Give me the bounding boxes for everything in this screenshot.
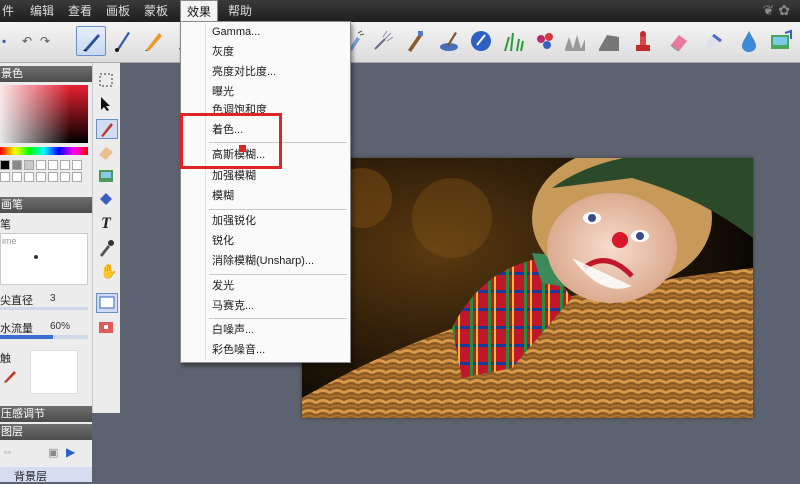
- menu-canvas[interactable]: 画板: [106, 0, 130, 22]
- pen-brush-tool[interactable]: [76, 26, 106, 56]
- menu-separator: [209, 318, 347, 319]
- highlight-box: [180, 113, 282, 169]
- material-preview: [30, 350, 78, 394]
- menu-item-strong-sharpen[interactable]: 加强锐化: [212, 212, 256, 230]
- left-panel: 景色 画笔 笔 ime 尖直径 3 水流量 60% 触 压感调节 图层 ⇔ ▣: [0, 63, 114, 483]
- water-flow-label: 水流量: [0, 323, 33, 335]
- menu-edit[interactable]: 编辑: [30, 0, 54, 22]
- layer-item[interactable]: 背景层: [0, 467, 92, 483]
- airbrush-tool[interactable]: [368, 26, 398, 56]
- redo-icon[interactable]: ↷: [40, 35, 52, 47]
- menu-file[interactable]: 件: [2, 0, 14, 22]
- ornament-icon: ❦ ✿: [762, 2, 790, 18]
- layer-copy-icon[interactable]: ▣: [48, 446, 58, 459]
- brush-shape-icon[interactable]: [96, 293, 118, 313]
- tip-diameter-label: 尖直径: [0, 295, 33, 307]
- layer-mask-icon[interactable]: [96, 319, 118, 339]
- effects-dropdown-menu: Gamma... 灰度 亮度对比度... 曝光 色调饱和度 着色... 高斯模糊…: [180, 21, 351, 363]
- menu-separator: [209, 209, 347, 210]
- menu-item-gamma[interactable]: Gamma...: [212, 23, 260, 41]
- brush-dot-icon: [34, 255, 38, 259]
- image-stamp-tool[interactable]: [766, 26, 796, 56]
- hue-slider[interactable]: [0, 147, 88, 155]
- menu-item-blur[interactable]: 模糊: [212, 187, 234, 205]
- text-tool-icon[interactable]: T: [96, 215, 118, 235]
- menu-item-glow[interactable]: 发光: [212, 277, 234, 295]
- layers-header: 图层: [0, 424, 92, 440]
- menu-item-exposure[interactable]: 曝光: [212, 83, 234, 101]
- color-picker-field[interactable]: [0, 85, 88, 143]
- undo-icon[interactable]: ↶: [22, 35, 34, 47]
- paper-texture-icon[interactable]: [96, 167, 118, 187]
- eraser-tool[interactable]: [664, 26, 694, 56]
- water-flow-slider[interactable]: [0, 335, 88, 339]
- hard-eraser-tool[interactable]: [698, 26, 728, 56]
- tip-diameter-slider[interactable]: [0, 307, 88, 310]
- layer-toolbar: ⇔ ▣ ▶: [0, 442, 92, 462]
- flower-tool[interactable]: [530, 26, 560, 56]
- menu-bar: 件 编辑 查看 画板 蒙板 效果 帮助 ❦ ✿: [0, 0, 800, 22]
- menu-item-unsharp[interactable]: 消除模糊(Unsharp)...: [212, 252, 314, 270]
- ink-brush-tool[interactable]: [108, 26, 138, 56]
- move-arrow-icon[interactable]: [96, 95, 118, 115]
- clown-doll-photo[interactable]: [302, 158, 753, 418]
- oil-brush-tool[interactable]: [434, 26, 464, 56]
- texture-tool[interactable]: [560, 26, 590, 56]
- brush-material-icon[interactable]: [2, 368, 18, 387]
- hand-pan-icon[interactable]: ✋: [96, 263, 118, 283]
- material-label: 触: [0, 353, 11, 365]
- menu-separator: [209, 274, 347, 275]
- water-flow-fill: [0, 335, 53, 339]
- color-panel-header: 景色: [0, 66, 92, 82]
- menu-item-brightness-contrast[interactable]: 亮度对比度...: [212, 63, 276, 81]
- menu-help[interactable]: 帮助: [228, 0, 252, 22]
- pencil-tool[interactable]: [138, 26, 168, 56]
- brush-preview-text: ime: [2, 236, 17, 246]
- cursor-marker: [239, 145, 246, 152]
- menu-view[interactable]: 查看: [68, 0, 92, 22]
- flat-brush-tool[interactable]: [400, 26, 430, 56]
- menu-gutter: [205, 24, 206, 360]
- menu-item-mosaic[interactable]: 马赛克...: [212, 297, 254, 315]
- brush-select-icon[interactable]: [96, 119, 118, 139]
- brush-panel-header: 画笔: [0, 197, 92, 213]
- menu-item-strong-blur[interactable]: 加强模糊: [212, 167, 256, 185]
- grass-tool[interactable]: [498, 26, 528, 56]
- blur-circle-tool[interactable]: [466, 26, 496, 56]
- smudge-tool[interactable]: [594, 26, 624, 56]
- pressure-header: 压感调节: [0, 406, 92, 422]
- brush-preview: ime: [0, 233, 88, 285]
- water-drop-tool[interactable]: [734, 26, 764, 56]
- tip-diameter-value[interactable]: 3: [50, 293, 56, 304]
- layer-merge-icon[interactable]: ▶: [66, 445, 75, 459]
- layer-add-icon[interactable]: ⇔: [2, 446, 13, 458]
- color-swatches[interactable]: [0, 160, 90, 190]
- eyedropper-icon[interactable]: [96, 239, 118, 259]
- menu-item-color-noise[interactable]: 彩色噪音...: [212, 341, 265, 359]
- fill-bucket-icon[interactable]: [96, 191, 118, 211]
- save-icon[interactable]: ▪: [2, 35, 14, 47]
- eraser-icon[interactable]: [96, 143, 118, 163]
- tool-column: T ✋: [92, 63, 121, 413]
- water-flow-value[interactable]: 60%: [50, 321, 70, 332]
- brush-sub-label: 笔: [0, 219, 11, 231]
- menu-item-grayscale[interactable]: 灰度: [212, 43, 234, 61]
- toolbar: ▪ ↶ ↷: [0, 22, 800, 63]
- stamp-tool[interactable]: [628, 26, 658, 56]
- menu-mask[interactable]: 蒙板: [144, 0, 168, 22]
- menu-item-white-noise[interactable]: 白噪声...: [212, 321, 254, 339]
- menu-effects[interactable]: 效果: [180, 0, 218, 22]
- marquee-select-icon[interactable]: [96, 71, 118, 91]
- menu-item-sharpen[interactable]: 锐化: [212, 232, 234, 250]
